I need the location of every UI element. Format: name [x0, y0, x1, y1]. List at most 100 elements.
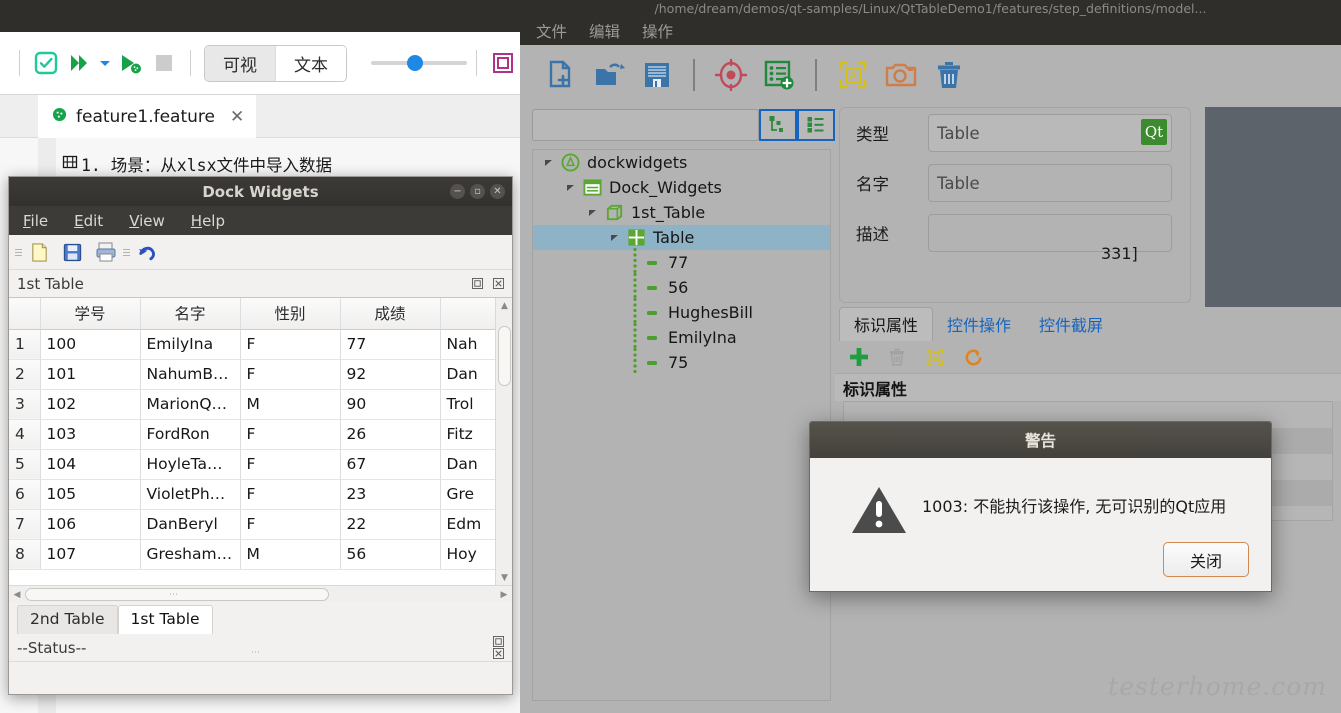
tab-widget-screenshot[interactable]: 控件截屏	[1025, 308, 1117, 341]
cell-sex[interactable]: F	[240, 419, 341, 450]
table-row[interactable]: 1 100 EmilyIna F 77 Nah	[9, 329, 498, 360]
tab-widget-operations[interactable]: 控件操作	[933, 308, 1025, 341]
run-all-dropdown-icon[interactable]	[97, 46, 113, 80]
open-folder-icon[interactable]	[588, 54, 630, 96]
cell-student-id[interactable]: 102	[40, 389, 141, 420]
zoom-slider-knob[interactable]	[407, 55, 423, 71]
cell-sex[interactable]: F	[240, 449, 341, 480]
add-icon[interactable]	[847, 345, 871, 369]
cell-score[interactable]: 26	[340, 419, 441, 450]
cell-name[interactable]: EmilyIna	[140, 329, 241, 360]
cell-sex[interactable]: F	[240, 329, 341, 360]
refresh-icon[interactable]	[961, 345, 985, 369]
table-row[interactable]: 8 107 Gresham… M 56 Hoy	[9, 539, 498, 570]
undo-icon[interactable]	[132, 238, 163, 266]
menu-file[interactable]: 文件	[536, 20, 567, 42]
cell-score[interactable]: 23	[340, 479, 441, 510]
row-number-cell[interactable]: 8	[9, 539, 41, 570]
view-mode-text[interactable]: 文本	[276, 45, 346, 81]
locate-icon[interactable]: A	[923, 345, 947, 369]
cell-student-id[interactable]: 107	[40, 539, 141, 570]
column-header-extra[interactable]	[440, 298, 498, 330]
cell-extra[interactable]: Fitz	[440, 419, 498, 450]
close-icon[interactable]: ✕	[230, 107, 244, 127]
cell-student-id[interactable]: 105	[40, 479, 141, 510]
cell-score[interactable]: 92	[340, 359, 441, 390]
tree-node-dock-widgets[interactable]: Dock_Widgets	[533, 175, 830, 200]
cell-name[interactable]: VioletPh…	[140, 479, 241, 510]
close-icon[interactable]	[492, 278, 504, 290]
students-table-wrapper[interactable]: 学号 名字 性别 成绩 1 100 EmilyIna F 77 Nah 2 101 NahumB…	[9, 297, 512, 586]
cell-score[interactable]: 56	[340, 539, 441, 570]
view-mode-visual[interactable]: 可视	[205, 45, 276, 81]
view-mode-toggle[interactable]: 可视 文本	[204, 44, 347, 82]
trash-delete-icon[interactable]	[928, 54, 970, 96]
tree-node-hughesbill[interactable]: HughesBill	[533, 297, 830, 325]
toolbar-grip[interactable]	[15, 244, 22, 260]
zoom-slider[interactable]	[371, 53, 467, 73]
check-run-icon[interactable]	[29, 46, 63, 80]
cell-sex[interactable]: M	[240, 539, 341, 570]
cell-score[interactable]: 90	[340, 389, 441, 420]
search-input[interactable]	[532, 109, 759, 141]
cell-student-id[interactable]: 103	[40, 419, 141, 450]
chevron-down-icon[interactable]	[587, 207, 598, 218]
save-icon[interactable]	[57, 238, 88, 266]
stop-icon[interactable]	[147, 46, 181, 80]
tab-identify-properties[interactable]: 标识属性	[839, 307, 934, 341]
table-row[interactable]: 6 105 VioletPh… F 23 Gre	[9, 479, 498, 510]
tree-node-emilyina[interactable]: EmilyIna	[533, 322, 830, 350]
tab-2nd-table[interactable]: 2nd Table	[17, 605, 118, 634]
maximize-icon[interactable]: ▫	[470, 184, 485, 199]
new-document-icon[interactable]	[24, 238, 55, 266]
cell-name[interactable]: MarionQ…	[140, 389, 241, 420]
column-header-name[interactable]: 名字	[140, 298, 241, 330]
type-field[interactable]: Table Qt	[928, 114, 1172, 152]
toolbar-grip-2[interactable]	[123, 244, 130, 260]
tab-feature1[interactable]: feature1.feature ✕	[38, 95, 257, 138]
close-icon[interactable]	[492, 648, 504, 660]
camera-screenshot-icon[interactable]	[880, 54, 922, 96]
cell-extra[interactable]: Edm	[440, 509, 498, 540]
table-row[interactable]: 5 104 HoyleTa… F 67 Dan	[9, 449, 498, 480]
tree-node-dockwidgets[interactable]: dockwidgets	[533, 150, 830, 175]
students-table[interactable]: 学号 名字 性别 成绩 1 100 EmilyIna F 77 Nah 2 101 NahumB…	[9, 298, 498, 570]
tree-node-56[interactable]: 56	[533, 272, 830, 300]
menu-view[interactable]: View	[129, 212, 165, 230]
scroll-up-arrow-icon[interactable]: ▲	[496, 298, 512, 314]
tree-node-75[interactable]: 75	[533, 347, 830, 375]
dock-widgets-window[interactable]: Dock Widgets − ▫ ✕ File Edit View Help 1…	[8, 176, 513, 695]
target-locate-icon[interactable]	[710, 54, 752, 96]
tab-1st-table[interactable]: 1st Table	[117, 605, 213, 634]
cell-name[interactable]: DanBeryl	[140, 509, 241, 540]
row-number-cell[interactable]: 2	[9, 359, 41, 390]
table-horizontal-scrollbar[interactable]: ◀ ⋯ ▶	[9, 585, 512, 602]
vertical-scroll-thumb[interactable]	[498, 326, 511, 386]
warning-dialog[interactable]: 警告 1003: 不能执行该操作, 无可识别的Qt应用 关闭	[809, 421, 1272, 592]
cell-name[interactable]: FordRon	[140, 419, 241, 450]
minimize-icon[interactable]: −	[450, 184, 465, 199]
row-number-cell[interactable]: 1	[9, 329, 41, 360]
table-row[interactable]: 4 103 FordRon F 26 Fitz	[9, 419, 498, 450]
cell-name[interactable]: Gresham…	[140, 539, 241, 570]
cell-score[interactable]: 77	[340, 329, 441, 360]
name-field[interactable]: Table	[928, 164, 1172, 202]
run-all-icon[interactable]	[63, 46, 97, 80]
grid-view-icon[interactable]	[486, 46, 520, 80]
table-vertical-scrollbar[interactable]: ▲ ▼	[495, 298, 512, 586]
close-icon[interactable]: ✕	[490, 184, 505, 199]
table-row[interactable]: 2 101 NahumB… F 92 Dan	[9, 359, 498, 390]
table-row[interactable]: 3 102 MarionQ… M 90 Trol	[9, 389, 498, 420]
cell-score[interactable]: 22	[340, 509, 441, 540]
cell-extra[interactable]: Hoy	[440, 539, 498, 570]
add-list-item-icon[interactable]	[758, 54, 800, 96]
cell-extra[interactable]: Dan	[440, 449, 498, 480]
row-number-cell[interactable]: 7	[9, 509, 41, 540]
scenario-line[interactable]: 1. 场景：从xlsx文件中导入数据	[62, 152, 332, 176]
menu-help[interactable]: Help	[191, 212, 225, 230]
cell-student-id[interactable]: 101	[40, 359, 141, 390]
cell-name[interactable]: HoyleTa…	[140, 449, 241, 480]
column-header-score[interactable]: 成绩	[340, 298, 441, 330]
menu-edit[interactable]: 编辑	[589, 20, 620, 42]
ocr-capture-icon[interactable]: A	[832, 54, 874, 96]
